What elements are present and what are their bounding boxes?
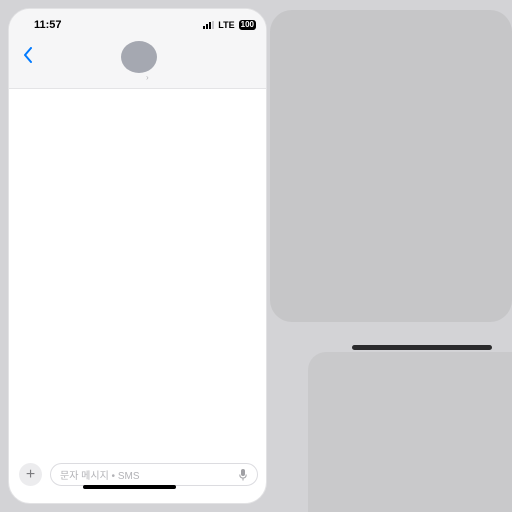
background-home-indicator xyxy=(352,345,492,350)
back-button[interactable] xyxy=(19,45,37,65)
network-label: LTE xyxy=(218,20,235,30)
contact-avatar[interactable] xyxy=(121,41,157,73)
background-app-card-lower xyxy=(308,352,512,512)
message-composer: + 문자 메시지 • SMS xyxy=(9,455,266,503)
status-time: 11:57 xyxy=(34,19,62,31)
battery-icon: 100 xyxy=(238,20,256,30)
message-input-placeholder: 문자 메시지 • SMS xyxy=(60,471,140,482)
messages-app-window: 11:57 LTE 100 › + 문자 메시지 • SMS xyxy=(8,8,267,504)
background-app-card xyxy=(270,10,512,322)
conversation-header: 11:57 LTE 100 › xyxy=(9,9,266,89)
microphone-icon[interactable] xyxy=(237,468,249,482)
message-input[interactable]: 문자 메시지 • SMS xyxy=(50,463,258,486)
contact-details-chevron-icon[interactable]: › xyxy=(146,73,149,82)
signal-icon xyxy=(203,21,215,29)
add-attachment-button[interactable]: + xyxy=(19,463,42,486)
home-indicator[interactable] xyxy=(83,485,176,489)
chevron-left-icon xyxy=(24,47,32,63)
status-indicators: LTE 100 xyxy=(203,20,256,30)
